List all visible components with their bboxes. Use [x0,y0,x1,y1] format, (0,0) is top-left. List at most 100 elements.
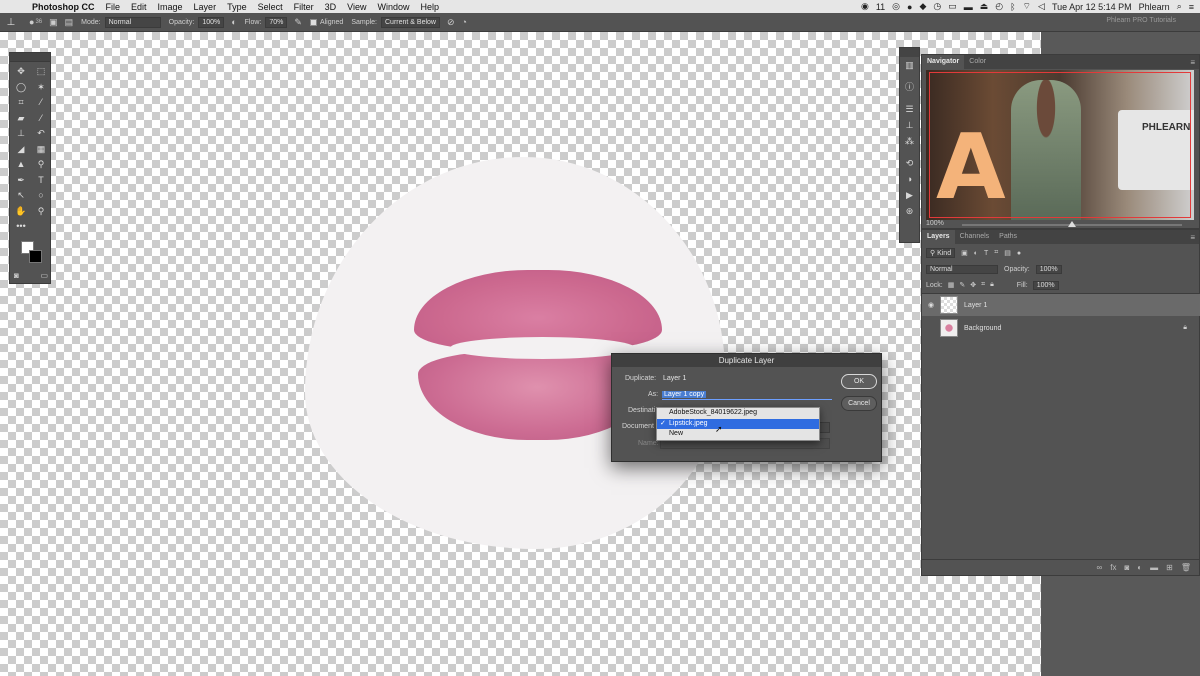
opacity-field[interactable]: 100% [198,16,225,28]
flow-field[interactable]: 70% [265,16,288,28]
toolbox-grip[interactable] [10,53,50,62]
layer-opacity-field[interactable]: 100% [1035,264,1062,274]
pressure-size-icon[interactable]: ◔ [462,17,467,27]
lasso-tool-icon[interactable]: ◯ [11,80,31,96]
navigator-view-box[interactable] [929,72,1191,218]
filter-adjustment-icon[interactable]: ◐ [974,250,978,257]
battery-icon[interactable]: ▬ [964,2,973,12]
marquee-tool-icon[interactable]: ⬚ [31,64,51,80]
adjustments-icon[interactable]: ◑ [900,171,919,187]
hand-tool-icon[interactable]: ✋ [11,204,31,220]
clone-stamp-tool-icon[interactable]: ⊥ [11,126,31,142]
notification-icon[interactable]: ◉ [861,1,869,12]
filter-smart-icon[interactable]: ▤ [1004,249,1011,257]
airbrush-icon[interactable]: ✎ [294,17,302,28]
layer-row-background[interactable]: Background 🔒︎ [922,317,1200,339]
menu-view[interactable]: View [347,2,366,12]
menu-image[interactable]: Image [158,2,183,12]
workspace-select[interactable]: Phlearn PRO Tutorials [1106,17,1176,24]
background-color-swatch[interactable] [29,250,42,263]
brush-tool-icon[interactable]: ⁄ [31,111,51,127]
menu-help[interactable]: Help [420,2,439,12]
more-tools-icon[interactable]: ••• [11,219,31,235]
menu-layer[interactable]: Layer [194,2,217,12]
navigator-preview[interactable]: A PHLEARN [926,70,1194,220]
path-selection-icon[interactable]: ↖ [11,188,31,204]
visibility-eye-icon[interactable]: ◉ [922,301,940,309]
brush-panel-icon[interactable]: ▣ [49,17,58,28]
as-input[interactable]: Layer 1 copy [662,389,832,400]
panel-menu-icon[interactable]: ≡ [1190,58,1195,67]
blend-mode-select[interactable]: Normal [926,264,998,274]
tab-color[interactable]: Color [964,55,991,69]
zoom-slider-knob[interactable] [1068,221,1076,227]
shape-tool-icon[interactable]: ○ [31,188,51,204]
filter-kind-select[interactable]: ⚲ Kind [926,248,956,258]
delete-layer-icon[interactable]: 🗑︎ [1181,563,1191,572]
type-tool-icon[interactable]: T [31,173,51,189]
sample-select[interactable]: Current & Below [381,16,440,28]
clone-stamp-icon[interactable]: ⊥ [0,17,22,28]
filter-type-icon[interactable]: T [984,250,988,257]
lock-all-icon[interactable]: 🔒︎ [990,281,994,289]
clone-source-panel-icon[interactable]: ⊥ [900,117,919,133]
eraser-tool-icon[interactable]: ◢ [11,142,31,158]
zoom-tool-icon[interactable]: ⚲ [31,204,51,220]
filter-toggle-icon[interactable]: ● [1017,250,1021,257]
history-icon[interactable]: ⟲ [900,155,919,171]
timer-icon[interactable]: ◷ [933,1,941,12]
histogram-icon[interactable]: ▥ [900,57,919,73]
screen-mode-icon[interactable]: ▭ [40,271,48,280]
tab-navigator[interactable]: Navigator [922,55,965,69]
dropbox-icon[interactable]: ◆ [919,1,926,12]
menu-app-name[interactable]: Photoshop CC [32,2,95,12]
document-canvas[interactable] [0,32,1041,676]
clock-icon[interactable]: ◴ [995,1,1003,12]
lock-pixels-icon[interactable]: ✎ [959,281,965,289]
pressure-opacity-icon[interactable]: ◐ [231,17,236,27]
gradient-tool-icon[interactable]: ▦ [31,142,51,158]
new-group-icon[interactable]: ▬ [1150,563,1158,572]
app-icon[interactable]: ● [907,2,912,12]
list-icon[interactable]: ≡ [1189,2,1194,12]
volume-icon[interactable]: ◁ [1038,1,1045,12]
info-icon[interactable]: ⓘ [900,79,919,95]
layer-style-icon[interactable]: fx [1110,563,1116,572]
quick-mask-icon[interactable]: ◙ [14,271,19,280]
search-icon[interactable]: ⌕ [1177,1,1182,12]
magic-wand-icon[interactable]: ✶ [31,80,51,96]
libraries-icon[interactable]: ⊛ [900,203,919,219]
crop-tool-icon[interactable]: ⌗ [11,95,31,111]
bluetooth-icon[interactable]: ᛒ [1010,2,1015,12]
link-layers-icon[interactable]: ∞ [1097,563,1103,572]
dropdown-option-new[interactable]: New [657,429,819,440]
wifi-icon[interactable]: ⌔ [1023,1,1031,12]
menu-select[interactable]: Select [258,2,283,12]
datetime[interactable]: Tue Apr 12 5:14 PM [1052,2,1132,12]
properties-icon[interactable]: ☰ [900,101,919,117]
menu-filter[interactable]: Filter [294,2,314,12]
brush-settings-icon[interactable]: ⁂ [900,133,919,149]
add-mask-icon[interactable]: ◙ [1124,563,1129,572]
layer-row-layer-1[interactable]: ◉ Layer 1 [922,294,1200,316]
tab-channels[interactable]: Channels [955,230,995,244]
menu-window[interactable]: Window [377,2,409,12]
actions-icon[interactable]: ▶ [900,187,919,203]
eject-icon[interactable]: ⏏ [980,1,989,12]
lock-position-icon[interactable]: ✥ [970,281,976,289]
record-icon[interactable]: ◎ [892,1,900,12]
menu-edit[interactable]: Edit [131,2,147,12]
layer-name[interactable]: Layer 1 [964,302,987,309]
layers-menu-icon[interactable]: ≡ [1190,233,1195,242]
menu-3d[interactable]: 3D [325,2,337,12]
dropdown-option-lipstick[interactable]: ✓ Lipstick.jpeg [657,418,819,429]
aligned-checkbox[interactable] [309,18,317,26]
user-name[interactable]: Phlearn [1139,2,1170,12]
navigator-zoom-slider[interactable] [962,221,1182,227]
display-icon[interactable]: ▭ [948,1,957,12]
dodge-tool-icon[interactable]: ⚲ [31,157,51,173]
dropdown-option-adobestock[interactable]: AdobeStock_84019622.jpeg [657,408,819,419]
adjustment-layer-icon[interactable]: ◐ [1137,563,1142,572]
blur-tool-icon[interactable]: ▲ [11,157,31,173]
layer-name[interactable]: Background [964,325,1001,332]
